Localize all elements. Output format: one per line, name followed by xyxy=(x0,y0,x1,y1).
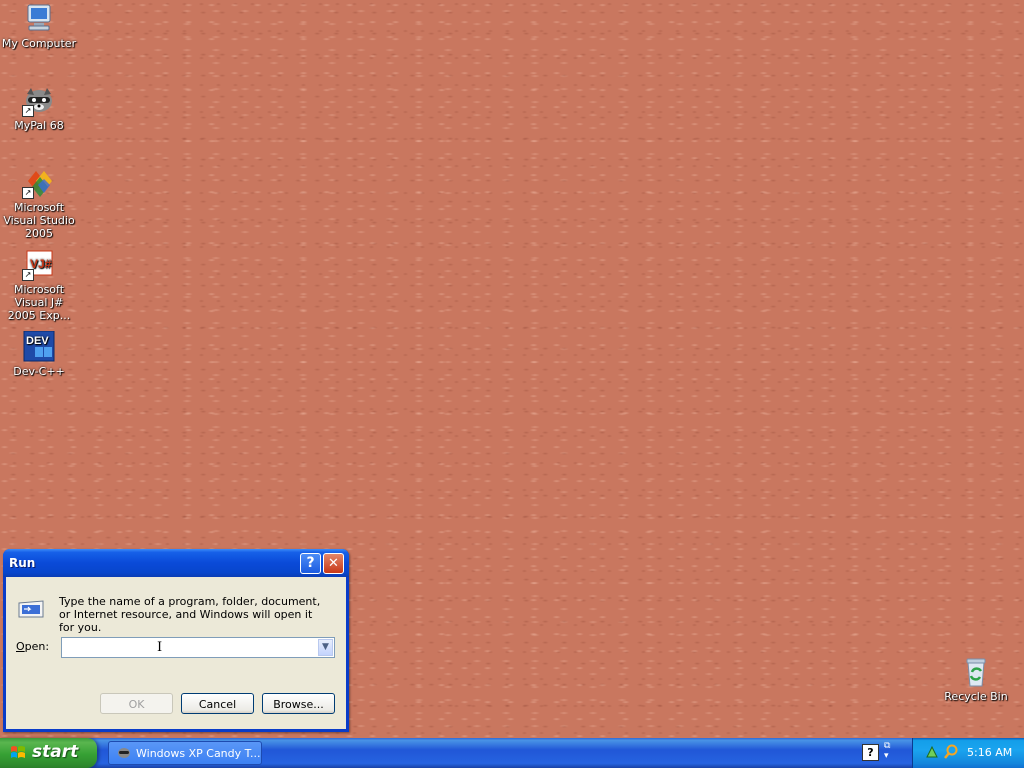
ok-button[interactable]: OK xyxy=(100,693,173,714)
taskbar: start Windows XP Candy T... ? ⧉ ▾ 5:16 AM xyxy=(0,738,1024,768)
open-label-accelerator: O xyxy=(16,640,25,653)
desktop-icon-visual-studio[interactable]: ↗ Microsoft Visual Studio 2005 xyxy=(0,167,78,240)
vj-sharp-icon: VJ# ↗ xyxy=(22,249,56,281)
shortcut-arrow-icon: ↗ xyxy=(22,187,34,199)
run-dialog-title: Run xyxy=(9,556,36,570)
desktop-icon-label: MyPal 68 xyxy=(14,119,64,132)
browse-button[interactable]: Browse... xyxy=(262,693,335,714)
close-button[interactable]: ✕ xyxy=(323,553,344,574)
open-label: Open: xyxy=(16,640,49,653)
start-button[interactable]: start xyxy=(0,738,97,768)
taskbar-button-label: Windows XP Candy T... xyxy=(136,747,261,760)
desktop-icon-my-computer[interactable]: My Computer xyxy=(0,3,78,50)
search-icon[interactable] xyxy=(943,744,959,760)
shortcut-arrow-icon: ↗ xyxy=(22,105,34,117)
visual-studio-icon: ↗ xyxy=(22,167,56,199)
run-prompt-text: Type the name of a program, folder, docu… xyxy=(59,595,321,634)
run-dialog-titlebar[interactable]: Run ? ✕ xyxy=(3,549,349,577)
open-combobox[interactable]: I ▼ xyxy=(61,637,335,658)
svg-text:DEV: DEV xyxy=(26,335,49,347)
help-button[interactable]: ? xyxy=(300,553,321,574)
recycle-bin-icon xyxy=(959,656,993,688)
run-dialog: Run ? ✕ Type the name of a program, fold… xyxy=(3,549,349,732)
desktop-icon-recycle-bin[interactable]: Recycle Bin xyxy=(937,656,1015,703)
desktop-icon-label: Microsoft Visual J# 2005 Exp... xyxy=(7,283,71,322)
desktop-icon-vj-sharp[interactable]: VJ# ↗ Microsoft Visual J# 2005 Exp... xyxy=(0,249,78,322)
desktop-icon-label: Dev-C++ xyxy=(13,365,65,378)
desktop-icon-label: Recycle Bin xyxy=(944,690,1008,703)
computer-icon xyxy=(22,3,56,35)
raccoon-icon xyxy=(117,747,131,759)
expand-toolbar-icon[interactable]: ⧉ ▾ xyxy=(884,741,890,761)
run-dialog-body: Type the name of a program, folder, docu… xyxy=(6,577,346,729)
start-label: start xyxy=(32,742,79,762)
desktop-icon-dev-cpp[interactable]: DEV Dev-C++ xyxy=(0,330,78,378)
chevron-down-icon[interactable]: ▼ xyxy=(318,639,333,656)
desktop-icon-mypal[interactable]: ↗ MyPal 68 xyxy=(0,85,78,132)
taskbar-button-windows-xp-candy[interactable]: Windows XP Candy T... xyxy=(108,741,262,765)
raccoon-icon: ↗ xyxy=(22,85,56,117)
network-icon[interactable] xyxy=(925,745,939,759)
system-tray: 5:16 AM xyxy=(912,738,1024,768)
run-program-icon xyxy=(16,597,46,621)
text-cursor-icon: I xyxy=(157,640,163,655)
desktop-icon-label: Microsoft Visual Studio 2005 xyxy=(3,201,75,240)
help-icon[interactable]: ? xyxy=(862,744,879,761)
clock: 5:16 AM xyxy=(967,746,1013,759)
open-label-rest: pen: xyxy=(24,640,50,653)
windows-flag-icon xyxy=(10,745,26,761)
desktop-icon-label: My Computer xyxy=(1,37,77,50)
cancel-button[interactable]: Cancel xyxy=(181,693,254,714)
dev-cpp-icon: DEV xyxy=(22,330,56,363)
shortcut-arrow-icon: ↗ xyxy=(22,269,34,281)
